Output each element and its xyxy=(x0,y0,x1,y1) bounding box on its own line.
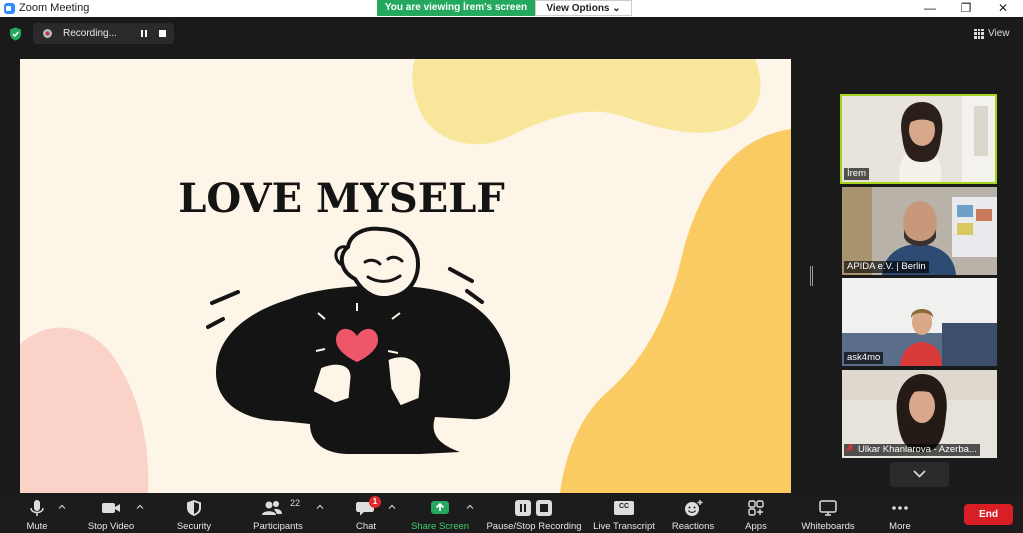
recording-dot-icon xyxy=(43,29,52,38)
gallery-next-page-button[interactable] xyxy=(890,462,949,487)
view-options-button[interactable]: View Options ⌄ xyxy=(535,0,632,16)
apps-grid-icon xyxy=(748,500,764,516)
zoom-logo-icon xyxy=(4,3,15,14)
reactions-button[interactable]: Reactions xyxy=(668,495,718,533)
whiteboards-button[interactable]: Whiteboards xyxy=(796,495,860,533)
minimize-button[interactable]: — xyxy=(912,0,948,17)
muted-mic-icon xyxy=(846,444,854,452)
pause-stop-recording-button[interactable]: Pause/Stop Recording xyxy=(484,495,584,533)
whiteboard-icon xyxy=(819,500,837,516)
recording-indicator: Recording... xyxy=(33,23,174,44)
encryption-shield-icon[interactable] xyxy=(9,27,22,41)
participant-name: Ulkar Khanlarova - Azerba... xyxy=(844,444,980,456)
pause-stop-icon xyxy=(515,500,552,516)
chat-label: Chat xyxy=(355,521,377,532)
live-transcript-button[interactable]: CC Live Transcript xyxy=(592,495,656,533)
video-options-chevron-icon[interactable] xyxy=(136,503,144,511)
recording-label: Recording... xyxy=(63,28,117,39)
shared-screen-slide: LOVE MYSELF xyxy=(20,59,791,493)
stop-video-label: Stop Video xyxy=(87,521,135,532)
viewing-screen-message: You are viewing İrem's screen xyxy=(377,0,535,16)
video-camera-icon xyxy=(102,503,120,513)
whiteboards-label: Whiteboards xyxy=(801,521,855,532)
pause-stop-recording-label: Pause/Stop Recording xyxy=(486,521,582,532)
view-button-label: View xyxy=(988,28,1010,39)
participant-tile[interactable]: İrem xyxy=(840,94,997,184)
participant-name: İrem xyxy=(844,168,869,180)
more-dots-icon xyxy=(892,506,908,510)
stop-recording-icon[interactable] xyxy=(159,30,166,37)
participants-label: Participants xyxy=(253,521,303,532)
participants-button[interactable]: 22 Participants xyxy=(250,495,306,533)
participant-name: ask4mo xyxy=(844,352,884,364)
meeting-toolbar: Mute Stop Video Security 22 Participants… xyxy=(0,495,1023,533)
chevron-down-icon xyxy=(913,470,926,478)
share-screen-arrow-icon xyxy=(431,501,449,514)
stop-video-button[interactable]: Stop Video xyxy=(84,495,138,533)
pause-recording-icon[interactable] xyxy=(139,28,149,39)
chat-unread-badge: 1 xyxy=(369,496,381,508)
chat-button[interactable]: 1 Chat xyxy=(345,495,387,533)
self-hug-illustration xyxy=(206,226,511,454)
apps-button[interactable]: Apps xyxy=(736,495,776,533)
close-button[interactable]: ✕ xyxy=(985,0,1021,17)
view-button[interactable]: View xyxy=(974,26,1010,41)
more-button[interactable]: More xyxy=(880,495,920,533)
share-screen-label: Share Screen xyxy=(410,521,470,532)
reactions-label: Reactions xyxy=(671,521,715,532)
live-transcript-label: Live Transcript xyxy=(593,521,655,532)
participants-count: 22 xyxy=(290,498,301,508)
participant-name: APIDA e.V. | Berlin xyxy=(844,261,929,273)
end-meeting-button[interactable]: End xyxy=(964,504,1013,525)
chat-options-chevron-icon[interactable] xyxy=(388,503,396,511)
window-title: Zoom Meeting xyxy=(19,2,90,14)
participants-icon xyxy=(262,501,283,515)
closed-caption-text: CC xyxy=(618,503,630,510)
screen-share-banner: You are viewing İrem's screen View Optio… xyxy=(377,0,632,16)
participant-tile[interactable]: ask4mo xyxy=(842,278,997,366)
grid-view-icon xyxy=(974,28,984,39)
share-screen-button[interactable]: Share Screen xyxy=(410,495,470,533)
zoom-meeting-window: Zoom Meeting — ❐ ✕ You are viewing İrem'… xyxy=(0,0,1023,533)
security-label: Security xyxy=(176,521,212,532)
maximize-button[interactable]: ❐ xyxy=(948,0,984,17)
audio-options-chevron-icon[interactable] xyxy=(58,503,66,511)
smiley-plus-icon xyxy=(685,500,703,516)
gallery-resize-handle[interactable] xyxy=(809,266,814,286)
mute-label: Mute xyxy=(26,521,48,532)
participant-tile[interactable]: Ulkar Khanlarova - Azerba... xyxy=(842,370,997,458)
more-label: More xyxy=(889,521,911,532)
apps-label: Apps xyxy=(745,521,767,532)
mute-button[interactable]: Mute xyxy=(14,495,60,533)
security-shield-icon xyxy=(187,500,201,516)
share-options-chevron-icon[interactable] xyxy=(466,503,474,511)
security-button[interactable]: Security xyxy=(170,495,218,533)
participants-options-chevron-icon[interactable] xyxy=(316,503,324,511)
microphone-icon xyxy=(30,500,44,516)
participant-tile[interactable]: APIDA e.V. | Berlin xyxy=(842,187,997,275)
